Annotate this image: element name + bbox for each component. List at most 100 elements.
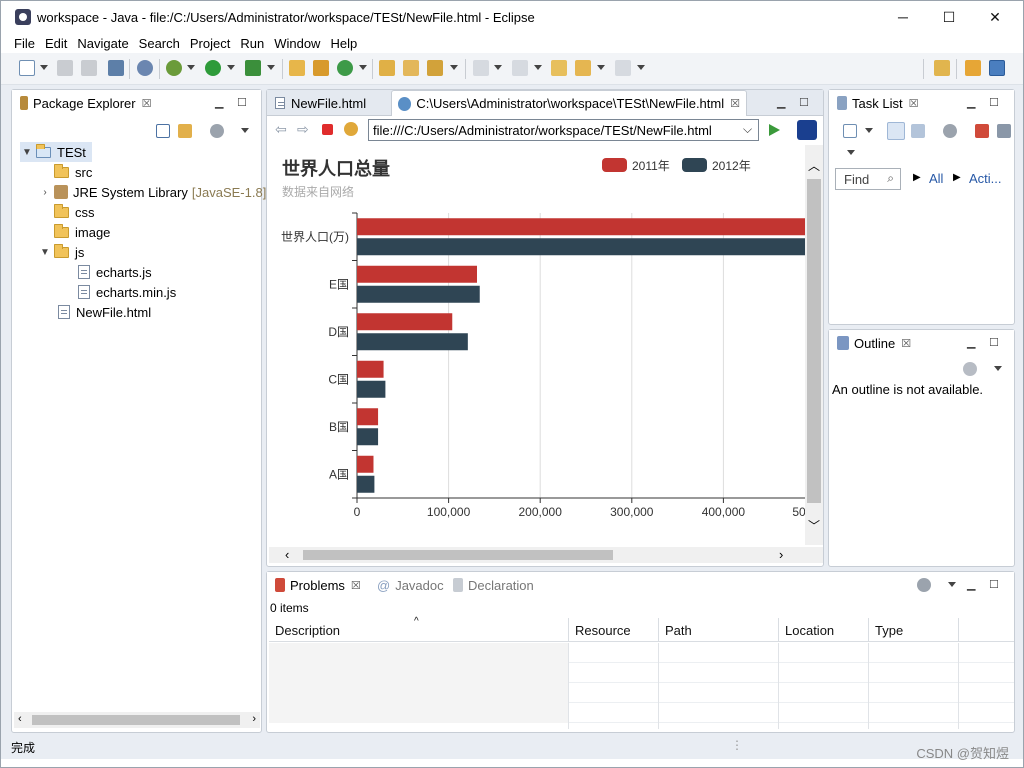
new-task-icon[interactable]	[843, 124, 857, 138]
link-with-editor-icon[interactable]	[178, 124, 192, 138]
run-external-tool-icon[interactable]	[245, 60, 261, 76]
external-tool-dropdown-icon[interactable]	[267, 65, 275, 70]
tab-javadoc[interactable]: @ Javadoc	[371, 572, 450, 598]
column-resource[interactable]: Resource	[569, 618, 659, 642]
view-menu-icon[interactable]	[948, 582, 956, 587]
categorized-icon[interactable]	[887, 122, 905, 140]
tree-item-project[interactable]: ▼ TESt	[20, 142, 92, 162]
outline-tab[interactable]: Outline ☒	[831, 330, 917, 356]
menu-search[interactable]: Search	[139, 36, 180, 51]
tree-item-css[interactable]: css	[54, 202, 95, 222]
package-explorer-hscrollbar[interactable]: ‹ ›	[14, 712, 260, 728]
new-class-dropdown-icon[interactable]	[359, 65, 367, 70]
column-description[interactable]: Description ^	[269, 616, 569, 642]
close-button[interactable]: ✕	[972, 1, 1018, 33]
scroll-left-icon[interactable]: ‹	[285, 547, 289, 562]
minimize-view-icon[interactable]: ▁	[967, 336, 975, 349]
menu-help[interactable]: Help	[330, 36, 357, 51]
previous-annotation-icon[interactable]	[512, 60, 528, 76]
close-tab-icon[interactable]: ☒	[909, 97, 919, 110]
focus-task-icon[interactable]	[943, 124, 957, 138]
next-annotation-icon[interactable]	[473, 60, 489, 76]
menu-navigate[interactable]: Navigate	[77, 36, 128, 51]
new-icon[interactable]	[19, 60, 35, 76]
browser-hscrollbar[interactable]: ‹ ›	[269, 547, 823, 563]
minimize-button[interactable]: ─	[880, 1, 926, 33]
package-explorer-tab[interactable]: Package Explorer ☒	[14, 90, 158, 116]
focus-task-icon[interactable]	[917, 578, 931, 592]
hscroll-thumb[interactable]	[303, 550, 613, 560]
run-dropdown-icon[interactable]	[227, 65, 235, 70]
collapse-all-icon[interactable]	[997, 124, 1011, 138]
column-location[interactable]: Location	[779, 618, 869, 642]
tab-declaration[interactable]: Declaration	[447, 572, 540, 598]
scroll-up-icon[interactable]: ︿	[808, 157, 820, 174]
scroll-down-icon[interactable]: ﹀	[808, 517, 820, 534]
browser-go-icon[interactable]	[769, 124, 780, 136]
tree-item-jre[interactable]: › JRE System Library [JavaSE-1.8]	[38, 182, 266, 202]
task-list-tab[interactable]: Task List ☒	[831, 90, 924, 116]
collapse-all-icon[interactable]	[156, 124, 170, 138]
forward-icon[interactable]	[615, 60, 631, 76]
hscroll-thumb[interactable]	[32, 715, 240, 725]
tree-item-js[interactable]: ▼ js	[38, 242, 84, 262]
menu-project[interactable]: Project	[190, 36, 230, 51]
menu-window[interactable]: Window	[274, 36, 320, 51]
new-task-dropdown-icon[interactable]	[865, 128, 873, 133]
vscroll-thumb[interactable]	[807, 179, 821, 503]
tree-item-image[interactable]: image	[54, 222, 110, 242]
new-package-icon[interactable]	[313, 60, 329, 76]
url-dropdown-icon[interactable]: ⌵	[743, 122, 752, 137]
tree-item-newfile[interactable]: NewFile.html	[58, 302, 151, 322]
forward-dropdown-icon[interactable]	[637, 65, 645, 70]
java-ee-perspective-icon[interactable]	[965, 60, 981, 76]
browser-stop-icon[interactable]	[322, 124, 333, 135]
minimize-view-icon[interactable]: ▁	[967, 578, 975, 591]
find-field[interactable]: Find ⌕	[835, 168, 901, 190]
search-icon[interactable]	[427, 60, 443, 76]
column-type[interactable]: Type	[869, 618, 959, 642]
save-all-icon[interactable]	[81, 60, 97, 76]
new-dropdown-icon[interactable]	[40, 65, 48, 70]
open-perspective-icon[interactable]	[934, 60, 950, 76]
maximize-view-icon[interactable]: ☐	[237, 96, 247, 109]
column-path[interactable]: Path	[659, 618, 779, 642]
debug-icon[interactable]	[166, 60, 182, 76]
tree-item-echarts[interactable]: echarts.js	[78, 262, 152, 282]
activate-link[interactable]: Acti...	[969, 171, 1002, 186]
chevron-down-icon[interactable]: ▼	[20, 147, 34, 158]
browser-url-input[interactable]	[368, 119, 759, 141]
close-tab-icon[interactable]: ☒	[351, 579, 361, 592]
chevron-right-icon[interactable]: ›	[38, 187, 52, 198]
chevron-down-icon[interactable]: ▼	[38, 247, 52, 258]
maximize-button[interactable]: ☐	[926, 1, 972, 33]
previous-annotation-dropdown-icon[interactable]	[534, 65, 542, 70]
back-dropdown-icon[interactable]	[597, 65, 605, 70]
close-tab-icon[interactable]: ☒	[142, 97, 152, 110]
browser-back-icon[interactable]: ⇦	[275, 121, 287, 138]
menu-file[interactable]: File	[14, 36, 35, 51]
focus-task-icon[interactable]	[210, 124, 224, 138]
all-link[interactable]: All	[929, 171, 943, 186]
scheduled-icon[interactable]	[911, 124, 925, 138]
browser-forward-icon[interactable]: ⇨	[297, 121, 309, 138]
tree-item-src[interactable]: src	[54, 162, 92, 182]
scroll-right-icon[interactable]: ›	[252, 713, 256, 725]
chart-legend[interactable]: 2011年 2012年	[602, 158, 751, 173]
scroll-left-icon[interactable]: ‹	[18, 713, 22, 725]
minimize-view-icon[interactable]: ▁	[215, 96, 223, 109]
tab-problems[interactable]: Problems ☒	[269, 572, 367, 598]
view-menu-icon[interactable]	[994, 366, 1002, 371]
last-edit-location-icon[interactable]	[551, 60, 567, 76]
terminal-icon[interactable]	[108, 60, 124, 76]
close-tab-icon[interactable]: ☒	[730, 97, 740, 110]
search-icon[interactable]: ⌕	[887, 171, 894, 186]
tab-newfile[interactable]: NewFile.html	[269, 90, 391, 116]
save-icon[interactable]	[57, 60, 73, 76]
skip-breakpoints-icon[interactable]	[137, 60, 153, 76]
tree-item-echarts-min[interactable]: echarts.min.js	[78, 282, 176, 302]
maximize-view-icon[interactable]: ☐	[989, 96, 999, 109]
browser-vscrollbar[interactable]: ︿ ﹀	[805, 145, 823, 545]
search-dropdown-icon[interactable]	[450, 65, 458, 70]
close-tab-icon[interactable]: ☒	[901, 337, 911, 350]
